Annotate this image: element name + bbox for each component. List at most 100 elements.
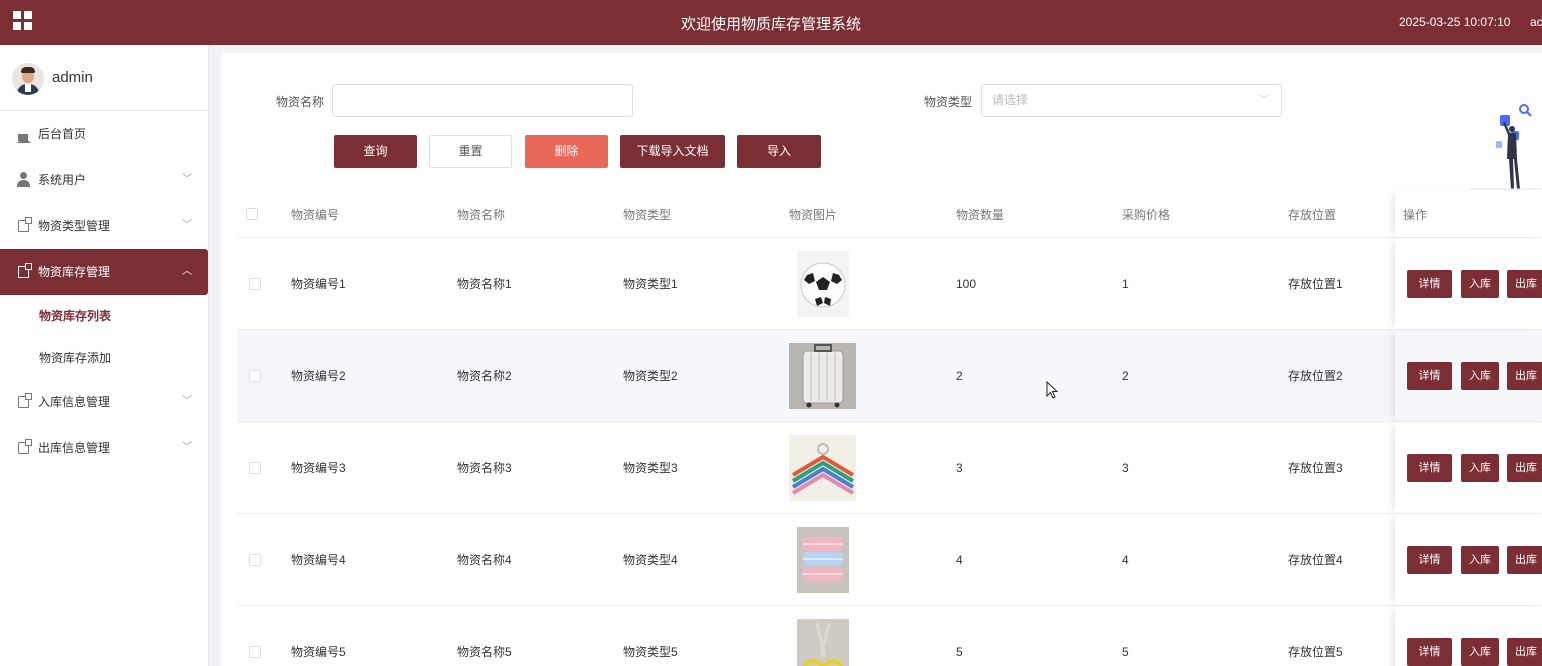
cell-type: 物资类型3 (623, 461, 678, 475)
chevron-down-icon: ﹀ (1259, 95, 1269, 106)
cell-qty: 2 (956, 368, 963, 383)
cell-name: 物资名称4 (457, 553, 512, 567)
stock-in-button[interactable]: 入库 (1461, 361, 1499, 390)
type-filter-placeholder: 请选择 (992, 93, 1029, 107)
cell-price: 1 (1122, 276, 1129, 291)
cell-price: 3 (1122, 460, 1129, 475)
sidebar-item-inbound[interactable]: 入库信息管理 ﹀ (0, 379, 208, 425)
soccer-ball-image[interactable] (797, 250, 849, 317)
cell-location: 存放位置5 (1288, 645, 1343, 659)
detail-button[interactable]: 详情 (1407, 361, 1452, 390)
stock-in-button[interactable]: 入库 (1461, 637, 1499, 666)
chevron-down-icon: ﹀ (182, 396, 192, 407)
sidebar-item-dashboard[interactable]: 后台首页 (0, 111, 208, 157)
row-checkbox[interactable] (249, 461, 261, 474)
hangers-image[interactable] (789, 434, 856, 501)
detail-button[interactable]: 详情 (1407, 453, 1452, 482)
sidebar: admin 后台首页 系统用户 ﹀ 物资类型管理 ﹀ 物资库存管理 ︿ 物资库存… (0, 45, 209, 666)
app-title: 欢迎使用物质库存管理系统 (680, 16, 861, 33)
cell-name: 物资名称2 (457, 369, 512, 383)
stock-out-button[interactable]: 出库 (1507, 545, 1542, 574)
user-profile: admin (0, 45, 208, 111)
sidebar-subitem-inventory-add[interactable]: 物资库存添加 (0, 337, 208, 379)
stock-out-button[interactable]: 出库 (1507, 361, 1542, 390)
suitcase-image[interactable] (789, 342, 856, 409)
table-row[interactable]: 物资编号2 物资名称2 物资类型2 2 2 存放位置2 详情 入库 出库 (237, 330, 1542, 422)
cell-type: 物资类型1 (623, 277, 678, 291)
cell-name: 物资名称1 (457, 277, 512, 291)
table-row[interactable]: 物资编号4 物资名称4 物资类型4 4 4 存放位置4 详情 入库 出库 (237, 514, 1542, 606)
row-checkbox[interactable] (249, 369, 261, 382)
row-checkbox[interactable] (249, 645, 261, 658)
query-button[interactable]: 查询 (334, 135, 417, 168)
sidebar-item-label: 物资类型管理 (38, 219, 111, 233)
sidebar-item-outbound[interactable]: 出库信息管理 ﹀ (0, 425, 208, 471)
stock-out-button[interactable]: 出库 (1507, 453, 1542, 482)
sidebar-item-material-types[interactable]: 物资类型管理 ﹀ (0, 203, 208, 249)
cell-code: 物资编号1 (291, 277, 346, 291)
col-header-actions: 操作 (1403, 207, 1428, 222)
stock-out-button[interactable]: 出库 (1507, 269, 1542, 298)
table-row[interactable]: 物资编号5 物资名称5 物资类型5 5 5 存放位置5 详情 入库 出库 (237, 606, 1542, 666)
chevron-down-icon: ﹀ (182, 442, 192, 453)
sidebar-item-label: 物资库存管理 (38, 265, 111, 279)
towels-image[interactable] (797, 526, 849, 593)
type-filter-select[interactable]: 请选择 ﹀ (981, 84, 1282, 117)
table-row[interactable]: 物资编号1 物资名称1 物资类型1 100 1 存放位置1 详情 入库 出库 (237, 238, 1542, 330)
sidebar-item-label: 系统用户 (38, 173, 87, 187)
row-checkbox[interactable] (249, 553, 261, 566)
mouse-cursor-icon (1046, 381, 1058, 399)
chevron-down-icon: ﹀ (182, 174, 192, 185)
sidebar-item-inventory[interactable]: 物资库存管理 ︿ (0, 249, 208, 295)
download-template-button[interactable]: 下载导入文档 (620, 135, 725, 168)
stock-out-button[interactable]: 出库 (1507, 637, 1542, 666)
col-header-image: 物资图片 (789, 207, 838, 222)
reset-button[interactable]: 重置 (429, 135, 512, 168)
cell-price: 5 (1122, 644, 1129, 659)
select-all-checkbox[interactable] (246, 208, 258, 220)
stock-in-button[interactable]: 入库 (1461, 453, 1499, 482)
col-header-code: 物资编号 (291, 207, 340, 222)
stock-in-button[interactable]: 入库 (1461, 545, 1499, 574)
cell-code: 物资编号3 (291, 461, 346, 475)
delete-button[interactable]: 删除 (525, 135, 608, 168)
document-icon (18, 439, 32, 454)
detail-button[interactable]: 详情 (1407, 637, 1452, 666)
detail-button[interactable]: 详情 (1407, 545, 1452, 574)
col-header-location: 存放位置 (1288, 207, 1337, 222)
type-filter-label: 物资类型 (924, 95, 973, 109)
row-checkbox[interactable] (249, 277, 261, 290)
col-header-qty: 物资数量 (956, 207, 1005, 222)
document-icon (18, 217, 32, 232)
inventory-table: 物资编号 物资名称 物资类型 物资图片 物资数量 采购价格 存放位置 操作 物资… (237, 191, 1542, 666)
col-header-price: 采购价格 (1122, 207, 1171, 222)
scissors-image[interactable] (797, 618, 849, 666)
cell-price: 4 (1122, 552, 1129, 567)
user-icon (20, 172, 27, 179)
sidebar-item-system-users[interactable]: 系统用户 ﹀ (0, 157, 208, 203)
document-icon (18, 393, 32, 408)
cell-location: 存放位置3 (1288, 461, 1343, 475)
cell-name: 物资名称3 (457, 461, 512, 475)
avatar (12, 63, 44, 95)
cell-type: 物资类型4 (623, 553, 678, 567)
cell-location: 存放位置2 (1288, 369, 1343, 383)
import-button[interactable]: 导入 (737, 135, 821, 168)
stock-in-button[interactable]: 入库 (1461, 269, 1499, 298)
cell-type: 物资类型2 (623, 369, 678, 383)
name-filter-input[interactable] (332, 84, 633, 117)
cell-location: 存放位置4 (1288, 553, 1343, 567)
sidebar-subitem-inventory-list[interactable]: 物资库存列表 (0, 295, 208, 337)
cell-qty: 4 (956, 552, 963, 567)
sidebar-item-label: 出库信息管理 (38, 441, 111, 455)
cell-name: 物资名称5 (457, 645, 512, 659)
detail-button[interactable]: 详情 (1407, 269, 1452, 298)
search-person-illustration (1470, 104, 1542, 190)
header-user-name[interactable]: ac (1530, 15, 1542, 29)
table-row[interactable]: 物资编号3 物资名称3 物资类型3 3 3 存放位置3 详情 入库 出库 (237, 422, 1542, 514)
cell-qty: 5 (956, 644, 963, 659)
cell-code: 物资编号4 (291, 553, 346, 567)
cell-type: 物资类型5 (623, 645, 678, 659)
col-header-name: 物资名称 (457, 207, 506, 222)
username: admin (52, 69, 93, 86)
